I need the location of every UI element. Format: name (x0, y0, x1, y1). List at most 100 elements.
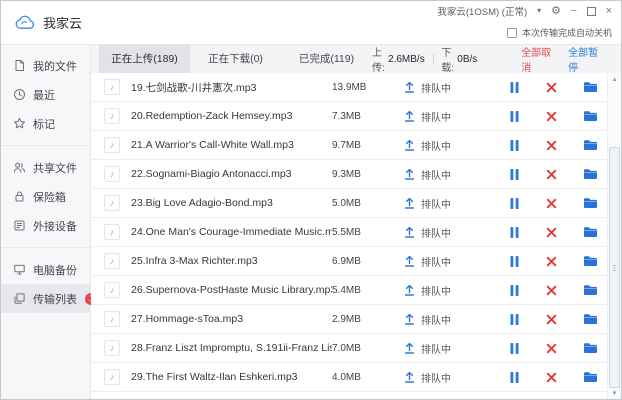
open-folder-button[interactable] (583, 226, 598, 238)
open-folder-button[interactable] (583, 197, 598, 209)
pause-button[interactable] (510, 343, 519, 354)
row-actions (500, 371, 598, 383)
status-text: 排队中 (421, 254, 451, 269)
upload-status: 排队中 (404, 138, 500, 153)
status-text: 排队中 (421, 225, 451, 240)
pause-button[interactable] (510, 256, 519, 267)
scrollbar-grip (613, 265, 616, 271)
tab-completed[interactable]: 已完成(119) (281, 45, 372, 73)
pause-button[interactable] (510, 227, 519, 238)
pause-button[interactable] (510, 140, 519, 151)
chevron-down-icon[interactable]: ▾ (537, 7, 541, 15)
cancel-button[interactable] (546, 372, 557, 383)
music-note-glyph: ♪ (110, 198, 115, 208)
sidebar-item-my-files[interactable]: 我的文件 (1, 51, 90, 80)
scrollbar[interactable]: ▴ ▾ (607, 73, 621, 400)
music-file-icon: ♪ (104, 108, 120, 124)
cancel-button[interactable] (546, 285, 557, 296)
open-folder-button[interactable] (583, 81, 598, 93)
pause-button[interactable] (510, 82, 519, 93)
row-actions (500, 81, 598, 93)
pause-button[interactable] (510, 111, 519, 122)
sidebar-item-external-devices[interactable]: 外接设备 (1, 211, 90, 240)
document-icon (13, 59, 26, 72)
sidebar-item-label: 标记 (33, 116, 55, 132)
app-name: 我家云 (43, 13, 82, 32)
sidebar-item-label: 我的文件 (33, 58, 77, 74)
cancel-button[interactable] (546, 82, 557, 93)
scrollbar-thumb[interactable] (609, 147, 620, 388)
status-text: 排队中 (421, 370, 451, 385)
tab-downloading[interactable]: 正在下载(0) (190, 45, 281, 73)
shutdown-checkbox[interactable] (507, 28, 517, 38)
close-icon[interactable]: × (606, 6, 612, 17)
sidebar-item-shared-files[interactable]: 共享文件 (1, 153, 90, 182)
sidebar-item-marked[interactable]: 标记 (1, 109, 90, 138)
upload-status: 排队中 (404, 254, 500, 269)
cancel-button[interactable] (546, 198, 557, 209)
sidebar-item-label: 电脑备份 (33, 262, 77, 278)
file-size: 5.4MB (332, 285, 404, 296)
music-file-icon: ♪ (104, 311, 120, 327)
upload-icon (404, 139, 415, 151)
music-file-icon: ♪ (104, 166, 120, 182)
cancel-button[interactable] (546, 111, 557, 122)
sidebar-item-transfer-list[interactable]: 传输列表 189 (1, 284, 90, 313)
pause-button[interactable] (510, 169, 519, 180)
pause-button[interactable] (510, 285, 519, 296)
cancel-button[interactable] (546, 140, 557, 151)
row-actions (500, 226, 598, 238)
upload-speed-label: 上传: (372, 44, 385, 74)
sidebar-item-safe-box[interactable]: 保险箱 (1, 182, 90, 211)
row-actions (500, 197, 598, 209)
download-speed-value: 0B/s (457, 54, 477, 65)
cancel-button[interactable] (546, 169, 557, 180)
transfer-row: ♪ 29.The First Waltz-Ilan Eshkeri.mp3 4.… (91, 363, 608, 392)
sidebar-group-backup: 电脑备份 传输列表 189 (1, 247, 90, 313)
scroll-up-icon[interactable]: ▴ (608, 74, 621, 86)
cancel-button[interactable] (546, 314, 557, 325)
music-note-glyph: ♪ (110, 285, 115, 295)
open-folder-button[interactable] (583, 168, 598, 180)
open-folder-button[interactable] (583, 284, 598, 296)
minimize-icon[interactable]: – (571, 6, 577, 16)
music-note-glyph: ♪ (110, 227, 115, 237)
pause-button[interactable] (510, 198, 519, 209)
pause-button[interactable] (510, 314, 519, 325)
open-folder-button[interactable] (583, 139, 598, 151)
tab-uploading[interactable]: 正在上传(189) (99, 45, 190, 73)
music-file-icon: ♪ (104, 137, 120, 153)
sidebar-item-pc-backup[interactable]: 电脑备份 (1, 255, 90, 284)
gear-icon[interactable]: ⚙ (551, 6, 561, 17)
device-icon (13, 219, 26, 232)
upload-icon (404, 371, 415, 383)
maximize-icon[interactable] (587, 7, 596, 16)
status-text: 排队中 (421, 138, 451, 153)
upload-icon (404, 226, 415, 238)
upload-icon (404, 342, 415, 354)
open-folder-button[interactable] (583, 255, 598, 267)
cancel-button[interactable] (546, 256, 557, 267)
cancel-button[interactable] (546, 343, 557, 354)
file-name: 26.Supernova-PostHaste Music Library.mp3 (131, 284, 332, 296)
status-text: 排队中 (421, 167, 451, 182)
cancel-all-button[interactable]: 全部取消 (521, 44, 554, 74)
cancel-button[interactable] (546, 227, 557, 238)
upload-status: 排队中 (404, 370, 500, 385)
sidebar-item-label: 共享文件 (33, 160, 77, 176)
scroll-down-icon[interactable]: ▾ (608, 388, 621, 400)
open-folder-button[interactable] (583, 371, 598, 383)
sidebar-item-recent[interactable]: 最近 (1, 80, 90, 109)
transfer-row: ♪ 25.Infra 3-Max Richter.mp3 6.9MB 排队中 (91, 247, 608, 276)
tab-bar: 正在上传(189) 正在下载(0) 已完成(119) 上传: 2.6MB/s 下… (91, 45, 621, 74)
pause-button[interactable] (510, 372, 519, 383)
open-folder-button[interactable] (583, 342, 598, 354)
app-window: 我家云 我家云(1OSM) (正常) ▾ ⚙ – × 本次传输完成自动关机 (0, 0, 622, 400)
sidebar-group-files: 我的文件 最近 标记 (1, 51, 90, 138)
upload-status: 排队中 (404, 109, 500, 124)
file-size: 5.5MB (332, 227, 404, 238)
open-folder-button[interactable] (583, 313, 598, 325)
row-actions (500, 168, 598, 180)
open-folder-button[interactable] (583, 110, 598, 122)
pause-all-button[interactable]: 全部暂停 (568, 44, 601, 74)
